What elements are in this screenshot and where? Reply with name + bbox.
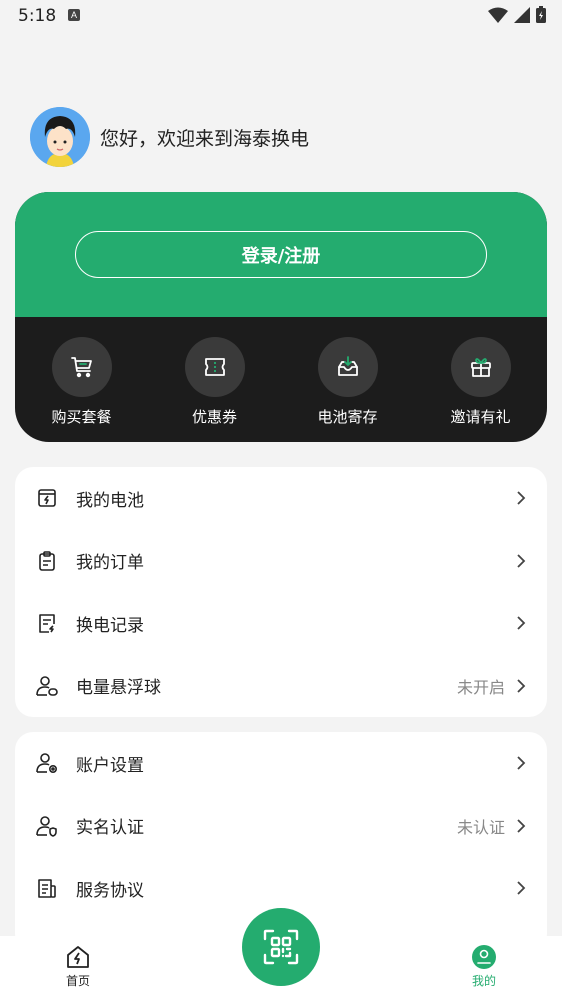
user-shield-icon	[36, 815, 58, 837]
menu-item-label: 电量悬浮球	[76, 678, 161, 699]
user-float-icon	[36, 675, 58, 697]
battery-status-icon	[536, 6, 546, 23]
status-time: 5:18	[18, 6, 57, 26]
chevron-right-icon	[517, 756, 526, 770]
tab-mine[interactable]: 我的	[454, 944, 514, 989]
user-settings-icon	[36, 752, 58, 774]
menu-item-label: 我的订单	[76, 553, 144, 574]
menu-item-value: 未认证	[456, 817, 505, 837]
ticket-icon	[184, 337, 245, 397]
battery-icon	[36, 487, 58, 509]
menu-item-floating-ball[interactable]: 电量悬浮球 未开启	[15, 655, 547, 718]
wifi-icon	[488, 7, 508, 23]
menu-item-real-name[interactable]: 实名认证 未认证	[15, 795, 547, 858]
greeting-text: 您好，欢迎来到海泰换电	[100, 127, 310, 150]
menu-item-label: 我的电池	[76, 490, 144, 511]
quick-action-label: 购买套餐	[51, 408, 112, 426]
chevron-right-icon	[517, 616, 526, 630]
status-bar: 5:18 A	[0, 0, 562, 32]
card-top: 登录/注册	[15, 192, 547, 317]
menu-item-label: 账户设置	[76, 755, 144, 776]
chevron-right-icon	[517, 819, 526, 833]
quick-action-battery-storage[interactable]: 电池寄存	[281, 337, 414, 427]
quick-action-label: 邀请有礼	[450, 408, 511, 426]
quick-actions: 购买套餐 优惠券 电池寄存 邀请有礼	[15, 337, 547, 427]
chevron-right-icon	[517, 491, 526, 505]
quick-action-label: 优惠券	[191, 408, 237, 426]
menu-item-label: 换电记录	[76, 615, 144, 636]
status-icons	[488, 6, 546, 23]
chevron-right-icon	[517, 554, 526, 568]
greeting-row: 您好，欢迎来到海泰换电	[30, 107, 309, 167]
tab-home-label: 首页	[65, 974, 90, 988]
accessibility-badge-icon: A	[68, 9, 80, 21]
menu-item-label: 实名认证	[76, 818, 144, 839]
cart-icon	[51, 337, 112, 397]
avatar[interactable]	[30, 107, 90, 167]
menu-item-value: 未开启	[456, 677, 505, 697]
clipboard-icon	[36, 550, 58, 572]
quick-action-invite[interactable]: 邀请有礼	[414, 337, 547, 427]
menu-group-main: 我的电池 我的订单 换电记录 电量悬浮球 未开启	[15, 467, 547, 717]
account-card: 登录/注册 购买套餐 优惠券 电池寄存 邀请有礼	[15, 192, 547, 442]
tab-mine-label: 我的	[471, 974, 496, 988]
chevron-right-icon	[517, 679, 526, 693]
login-register-button[interactable]: 登录/注册	[75, 231, 487, 278]
document-icon	[36, 877, 58, 899]
inbox-download-icon	[317, 337, 378, 397]
signal-icon	[514, 6, 530, 23]
menu-item-account-settings[interactable]: 账户设置	[15, 732, 547, 795]
quick-action-label: 电池寄存	[317, 408, 378, 426]
quick-action-buy-package[interactable]: 购买套餐	[15, 337, 148, 427]
menu-item-my-battery[interactable]: 我的电池	[15, 467, 547, 530]
menu-item-label: 服务协议	[76, 880, 144, 901]
home-bolt-icon	[67, 946, 89, 968]
tab-home[interactable]: 首页	[48, 944, 108, 989]
chevron-right-icon	[517, 881, 526, 895]
qr-scan-icon	[263, 929, 299, 965]
menu-item-my-orders[interactable]: 我的订单	[15, 530, 547, 593]
gift-icon	[450, 337, 511, 397]
quick-action-coupon[interactable]: 优惠券	[148, 337, 281, 427]
profile-icon	[472, 945, 496, 969]
record-icon	[36, 612, 58, 634]
scan-button[interactable]	[242, 908, 320, 986]
avatar-illustration-icon	[30, 107, 90, 167]
menu-item-swap-records[interactable]: 换电记录	[15, 592, 547, 655]
